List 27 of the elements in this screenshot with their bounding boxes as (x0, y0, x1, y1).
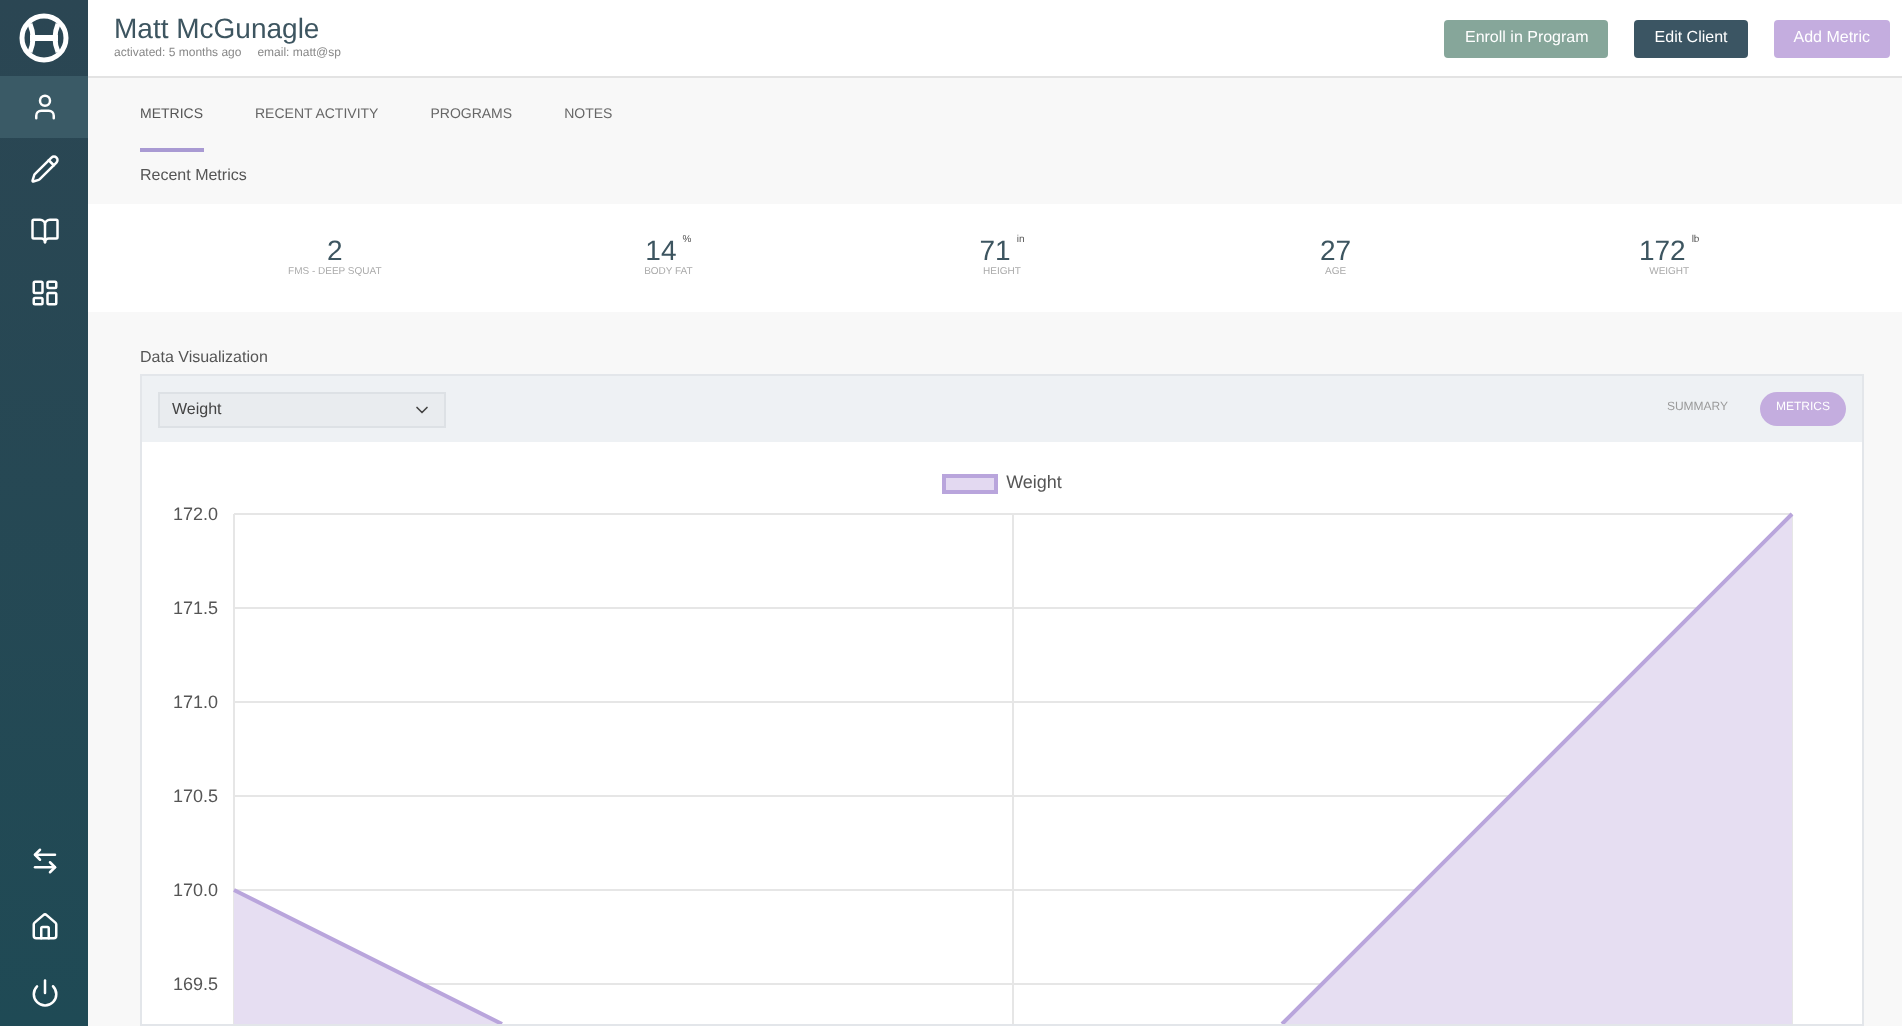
y-axis-label: 170.0 (172, 880, 218, 900)
home-icon (29, 912, 59, 942)
section-title: Data Visualization (138, 346, 270, 370)
metric-value: 2 (327, 234, 343, 266)
y-axis-label: 169.5 (172, 974, 218, 994)
action-button[interactable]: Edit Client (1634, 19, 1748, 57)
dashboard-icon (29, 278, 59, 308)
nav-item[interactable] (0, 76, 88, 138)
swap-arrows-icon (29, 846, 59, 876)
power-icon (29, 978, 59, 1008)
pencil-icon (29, 154, 59, 184)
legend-swatch (942, 473, 999, 494)
section-title: Recent Metrics (138, 163, 249, 187)
y-axis-label: 171.5 (172, 598, 218, 618)
y-axis-label: 172.0 (172, 504, 218, 524)
book-icon (29, 216, 59, 246)
metric-value: 71 (979, 234, 1011, 266)
metric-value: 14 (645, 234, 677, 266)
logo-icon (18, 12, 70, 64)
metric-value: 27 (1320, 234, 1352, 266)
person-icon (29, 92, 59, 122)
y-axis-label: 170.5 (172, 786, 218, 806)
y-axis-label: 171.0 (172, 692, 218, 712)
client-name: Matt McGunagle (114, 12, 322, 46)
metric-select[interactable]: Weight (158, 391, 446, 427)
metric-value: 172 (1638, 234, 1686, 266)
legend-label: Weight (1006, 470, 1062, 496)
